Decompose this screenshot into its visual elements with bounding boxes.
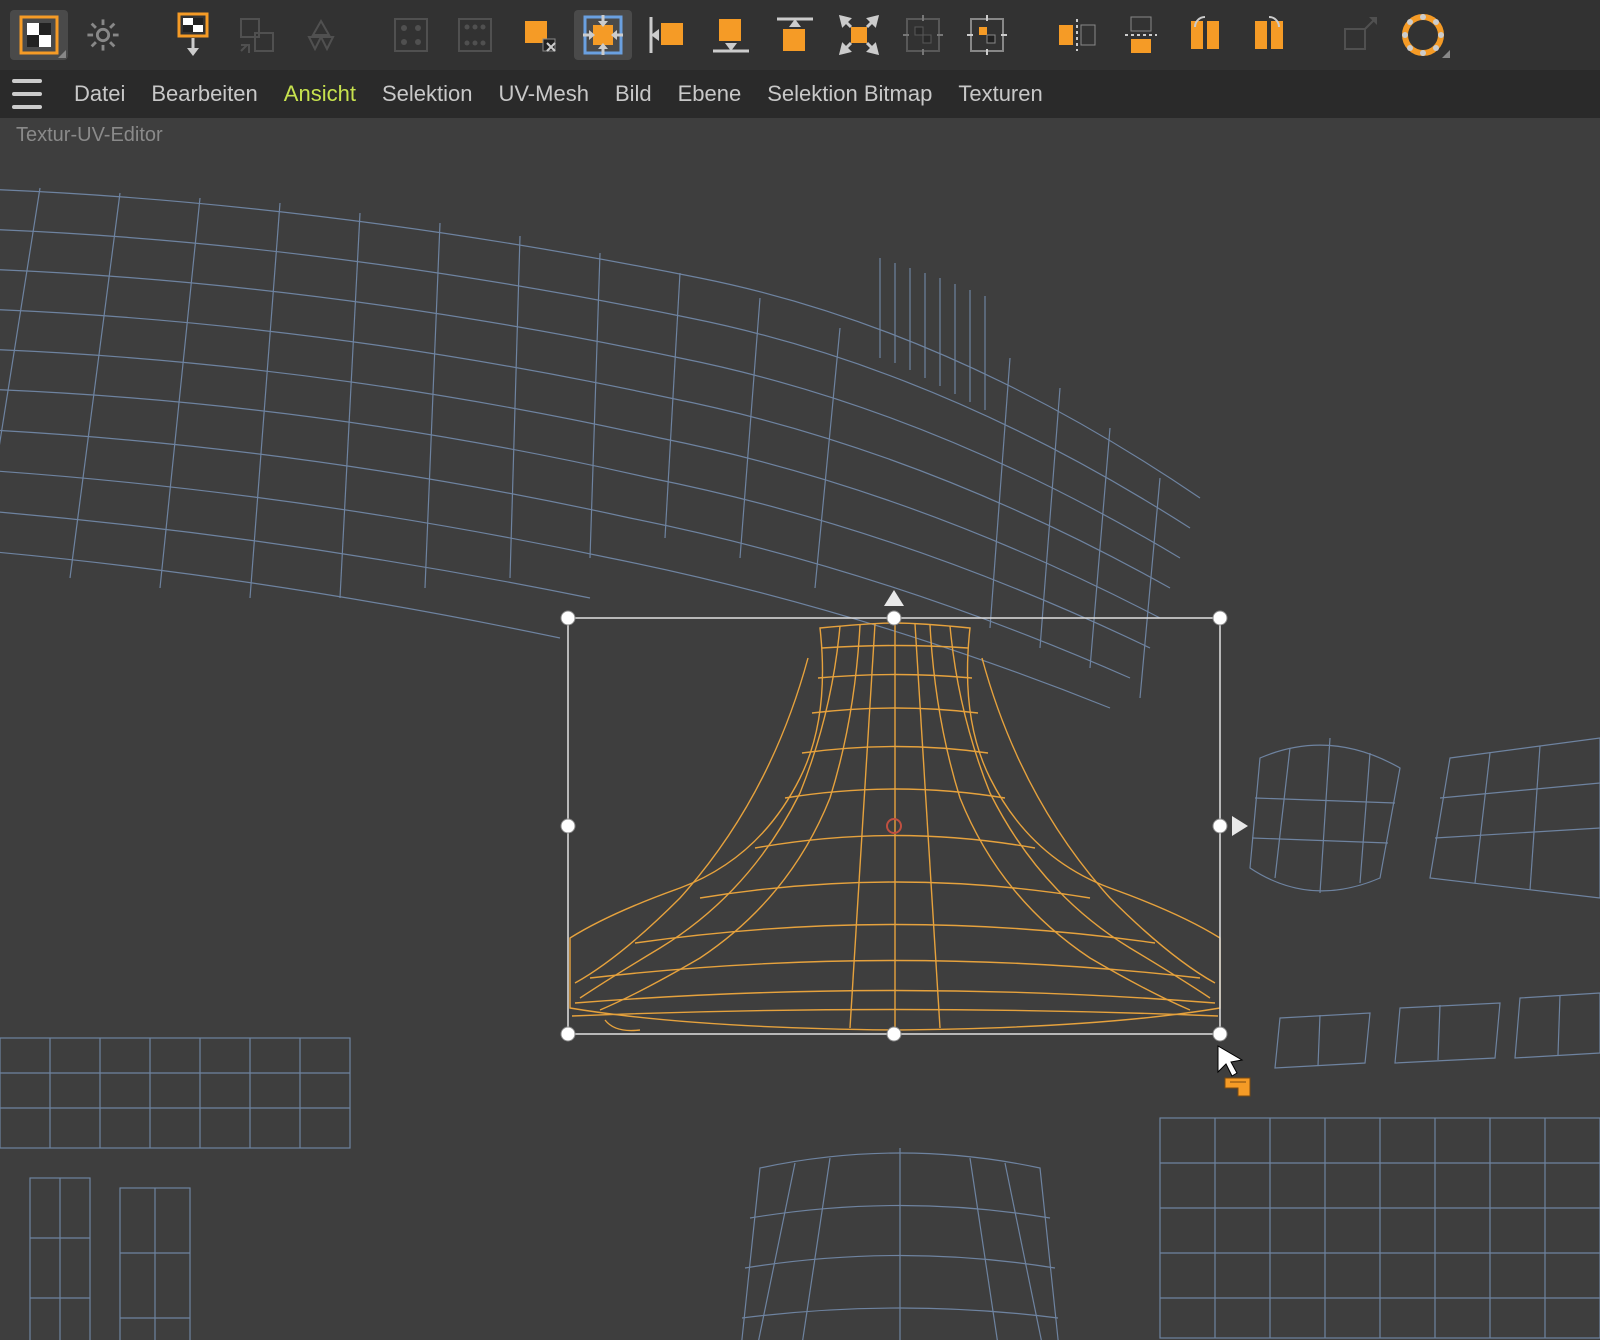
tool-uv-checker[interactable] [10,10,68,60]
tool-pack-b[interactable] [958,10,1016,60]
tool-mirror-h[interactable] [1048,10,1106,60]
menu-datei[interactable]: Datei [74,81,125,107]
tool-ring[interactable] [1394,10,1452,60]
uv-canvas[interactable] [0,158,1600,1340]
tool-recycle-disabled [292,10,350,60]
axis-arrow-right-icon[interactable] [1232,816,1248,836]
tool-fit-frame[interactable] [574,10,632,60]
uv-canvas-svg [0,158,1600,1340]
cursor-icon [1218,1046,1242,1076]
menu-selektion-bitmap[interactable]: Selektion Bitmap [767,81,932,107]
tool-grid-b-disabled [446,10,504,60]
menu-selektion[interactable]: Selektion [382,81,473,107]
tool-grid-a-disabled [382,10,440,60]
breadcrumb: Textur-UV-Editor [0,118,1600,153]
uv-island-selected [570,623,1220,1031]
selection-bbox[interactable] [561,590,1248,1041]
hamburger-icon[interactable] [12,79,42,109]
submenu-indicator-icon [1442,50,1450,58]
scale-tool-icon [1225,1078,1250,1096]
menu-bild[interactable]: Bild [615,81,652,107]
menu-bar: Datei Bearbeiten Ansicht Selektion UV-Me… [0,70,1600,118]
tool-spread[interactable] [830,10,888,60]
tool-rotate-ccw[interactable] [1176,10,1234,60]
tool-fit-up[interactable] [766,10,824,60]
tool-uv-down[interactable] [164,10,222,60]
menu-ansicht[interactable]: Ansicht [284,81,356,107]
tool-settings[interactable] [74,10,132,60]
tool-pack-a[interactable] [894,10,952,60]
tool-fit-down[interactable] [702,10,760,60]
axis-arrow-up-icon[interactable] [884,590,904,606]
tool-mirror-v[interactable] [1112,10,1170,60]
tool-swap-disabled [228,10,286,60]
tool-export-disabled [1330,10,1388,60]
tool-fit-x[interactable] [510,10,568,60]
submenu-indicator-icon [58,50,66,58]
toolbar [0,0,1600,70]
menu-texturen[interactable]: Texturen [958,81,1042,107]
pivot-icon[interactable] [887,819,901,833]
uv-islands-unselected [0,188,1600,1340]
tool-rotate-cw[interactable] [1240,10,1298,60]
menu-bearbeiten[interactable]: Bearbeiten [151,81,257,107]
menu-ebene[interactable]: Ebene [678,81,742,107]
tool-fit-left[interactable] [638,10,696,60]
menu-uv-mesh[interactable]: UV-Mesh [498,81,588,107]
